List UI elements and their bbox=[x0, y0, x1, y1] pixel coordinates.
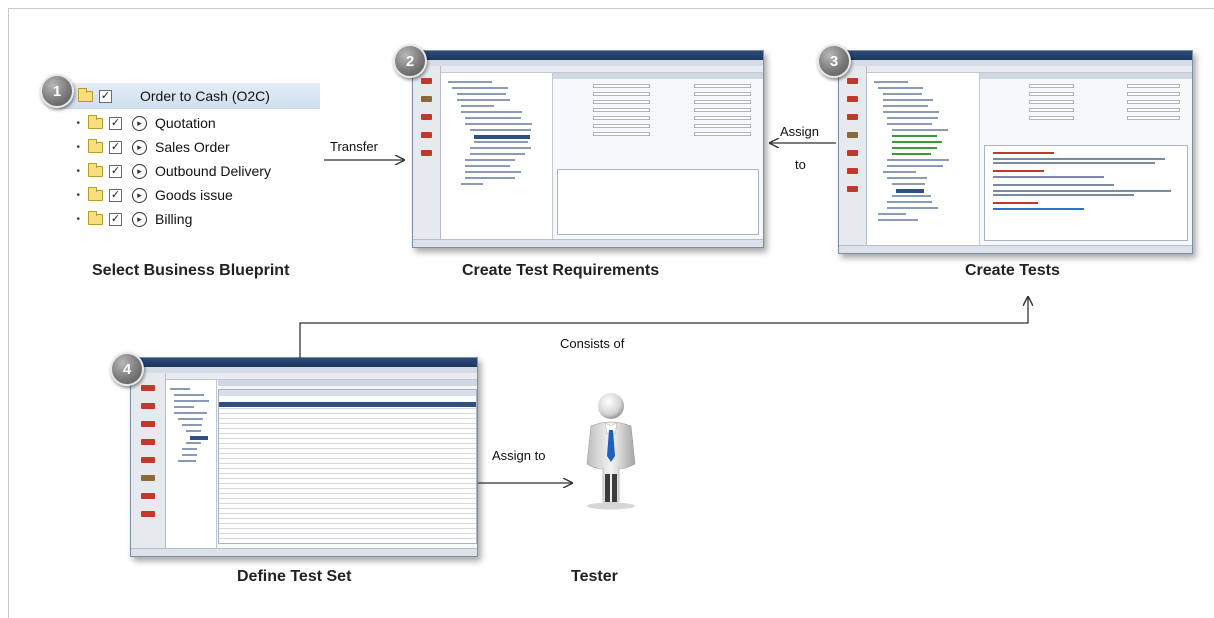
checkbox-icon: ✓ bbox=[109, 140, 122, 154]
bullet-icon: • bbox=[76, 117, 80, 129]
test-requirements-screenshot bbox=[412, 50, 764, 248]
tree-item-outbound-delivery: • ✓ ▸ Outbound Delivery bbox=[58, 159, 320, 183]
test-set-screenshot bbox=[130, 357, 478, 557]
detail-tabs bbox=[980, 73, 1192, 79]
checkbox-icon: ✓ bbox=[109, 212, 122, 226]
transfer-label: Transfer bbox=[330, 139, 378, 154]
toolbar bbox=[441, 66, 763, 73]
bullet-icon: • bbox=[76, 189, 80, 201]
statusbar bbox=[839, 245, 1192, 253]
tree-item-quotation: • ✓ ▸ Quotation bbox=[58, 111, 320, 135]
frame-border-top bbox=[8, 8, 1214, 9]
tester-label: Tester bbox=[571, 568, 618, 585]
folder-icon bbox=[88, 210, 103, 225]
detail-tabs bbox=[553, 73, 763, 79]
step-1-badge: 1 bbox=[40, 74, 74, 108]
frame-border-left bbox=[8, 8, 9, 618]
step-4-badge: 4 bbox=[110, 352, 144, 386]
detail-tabs bbox=[217, 380, 477, 386]
side-navigation bbox=[413, 66, 441, 247]
step-2-label: Create Test Requirements bbox=[462, 262, 660, 279]
requirements-tree-pane bbox=[441, 73, 553, 239]
create-tests-screenshot bbox=[838, 50, 1193, 254]
tree-item-goods-issue: • ✓ ▸ Goods issue bbox=[58, 183, 320, 207]
detail-form bbox=[557, 82, 759, 145]
tree-item-label: Outbound Delivery bbox=[155, 163, 271, 179]
tester-person-icon bbox=[586, 393, 636, 510]
folder-icon bbox=[88, 114, 103, 129]
side-navigation bbox=[131, 373, 166, 556]
tree-item-label: Billing bbox=[155, 211, 193, 227]
requirement-detail-pane bbox=[553, 73, 763, 239]
bullet-icon: • bbox=[76, 213, 80, 225]
tree-item-label: Sales Order bbox=[155, 139, 230, 155]
description-area bbox=[984, 144, 1188, 241]
statusbar bbox=[413, 239, 763, 247]
window-titlebar bbox=[839, 51, 1192, 60]
assign-label-line1: Assign bbox=[780, 124, 820, 139]
checkbox-icon: ✓ bbox=[99, 89, 112, 103]
tests-tree-pane bbox=[867, 73, 981, 245]
consists-of-arrow bbox=[299, 297, 1028, 358]
test-detail-pane bbox=[980, 73, 1192, 245]
diagram-canvas: 1 ▼ ✓ Order to Cash (O2C) • ✓ ▸ Quotatio… bbox=[0, 0, 1214, 618]
step-2-badge: 2 bbox=[393, 44, 427, 78]
tree-item-label: Goods issue bbox=[155, 187, 233, 203]
test-set-tree-pane bbox=[165, 380, 218, 548]
bullet-icon: • bbox=[76, 141, 80, 153]
window-titlebar bbox=[131, 358, 477, 367]
tree-item-billing: • ✓ ▸ Billing bbox=[58, 207, 320, 231]
folder-icon bbox=[88, 162, 103, 177]
tree-root-label: Order to Cash (O2C) bbox=[140, 88, 270, 104]
tree-item-sales-order: • ✓ ▸ Sales Order bbox=[58, 135, 320, 159]
assign-to-tester-label: Assign to bbox=[492, 448, 546, 463]
process-icon: ▸ bbox=[132, 163, 147, 179]
toolbar bbox=[165, 373, 477, 380]
test-set-grid-pane bbox=[217, 380, 477, 548]
step-3-badge: 3 bbox=[817, 44, 851, 78]
process-icon: ▸ bbox=[132, 211, 147, 227]
detail-form bbox=[984, 82, 1187, 130]
process-icon: ▸ bbox=[132, 139, 147, 155]
side-navigation bbox=[839, 66, 868, 253]
tree-item-label: Quotation bbox=[155, 115, 216, 131]
process-icon: ▸ bbox=[132, 187, 147, 203]
tree-root-row: ▼ ✓ Order to Cash (O2C) bbox=[58, 83, 320, 109]
bullet-icon: • bbox=[76, 165, 80, 177]
step-1-label: Select Business Blueprint bbox=[92, 262, 290, 279]
folder-icon bbox=[88, 186, 103, 201]
description-area bbox=[557, 168, 759, 235]
process-icon: ▸ bbox=[132, 115, 147, 131]
checkbox-icon: ✓ bbox=[109, 116, 122, 130]
test-set-grid bbox=[217, 389, 477, 544]
blueprint-tree: ▼ ✓ Order to Cash (O2C) • ✓ ▸ Quotation … bbox=[58, 80, 320, 228]
folder-icon bbox=[78, 87, 93, 102]
statusbar bbox=[131, 548, 477, 556]
step-3-label: Create Tests bbox=[965, 262, 1060, 279]
folder-icon bbox=[88, 138, 103, 153]
assign-label-line2: to bbox=[795, 157, 806, 172]
checkbox-icon: ✓ bbox=[109, 188, 122, 202]
window-titlebar bbox=[413, 51, 763, 60]
step-4-label: Define Test Set bbox=[237, 568, 352, 585]
toolbar bbox=[867, 66, 1192, 73]
consists-of-label: Consists of bbox=[560, 336, 625, 351]
checkbox-icon: ✓ bbox=[109, 164, 122, 178]
